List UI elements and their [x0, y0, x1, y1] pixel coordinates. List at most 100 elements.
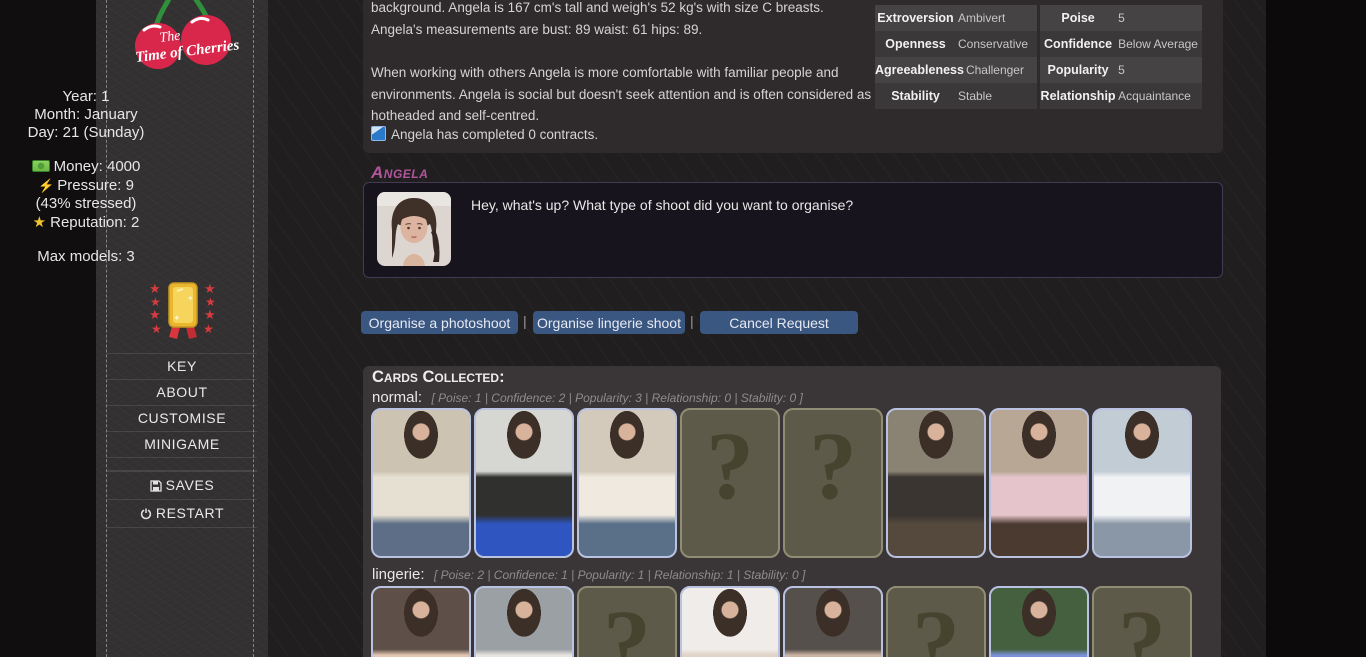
personality-table: ExtroversionAmbivertOpennessConservative… [875, 5, 1037, 109]
stressed-row: (43% stressed) [0, 195, 172, 214]
stat-row: StabilityStable [875, 83, 1037, 109]
pressure-value: Pressure: 9 [57, 177, 134, 194]
stat-row: RelationshipAcquaintance [1040, 83, 1202, 109]
row-name: normal: [372, 389, 422, 406]
svg-text:★: ★ [203, 322, 214, 336]
max-models: Max models: 3 [0, 248, 172, 265]
stat-row: Popularity5 [1040, 57, 1202, 83]
mystery-question-mark: ? [603, 596, 651, 657]
chat-message: Hey, what's up? What type of shoot did y… [471, 197, 853, 213]
stat-label: Confidence [1040, 37, 1116, 51]
stat-row: ExtroversionAmbivert [875, 5, 1037, 31]
mystery-question-mark: ? [706, 418, 754, 514]
row-stats: [ Poise: 1 | Confidence: 2 | Popularity:… [431, 391, 802, 405]
svg-text:The: The [159, 29, 182, 46]
svg-text:✦: ✦ [173, 313, 181, 323]
stat-value: Stable [956, 89, 1037, 103]
row-name: lingerie: [372, 566, 425, 583]
cancel-request-button[interactable]: Cancel Request [700, 311, 858, 334]
sidebar-item-customise[interactable]: CUSTOMISE [107, 405, 257, 431]
card-mystery[interactable]: ? [1092, 586, 1192, 657]
lingerie-row-label: lingerie: [ Poise: 2 | Confidence: 1 | P… [372, 566, 805, 584]
sidebar-item-saves[interactable]: SAVES [107, 471, 257, 499]
card-photo[interactable] [371, 408, 471, 558]
mystery-question-mark: ? [809, 418, 857, 514]
sidebar-item-key[interactable]: KEY [107, 353, 257, 379]
reputation-value: Reputation: 2 [50, 214, 139, 231]
stat-label: Agreeableness [875, 63, 964, 77]
card-photo[interactable] [989, 408, 1089, 558]
chat-speaker-name: Angela [371, 163, 428, 183]
stat-label: Stability [875, 89, 956, 103]
right-margin [1266, 0, 1366, 657]
row-stats: [ Poise: 2 | Confidence: 1 | Popularity:… [434, 568, 805, 582]
stat-label: Extroversion [875, 11, 956, 25]
stat-row: AgreeablenessChallenger [875, 57, 1037, 83]
card-photo[interactable] [474, 408, 574, 558]
stat-label: Popularity [1040, 63, 1116, 77]
stat-value: 5 [1116, 63, 1202, 77]
mystery-question-mark: ? [1118, 596, 1166, 657]
normal-cards-strip: ?? [371, 408, 1192, 558]
contract-icon [371, 126, 386, 141]
stat-value: Conservative [956, 37, 1037, 51]
stat-row: OpennessConservative [875, 31, 1037, 57]
cards-collected-panel: Cards Collected: normal: [ Poise: 1 | Co… [363, 366, 1221, 657]
date-year: Year: 1 [0, 88, 172, 106]
button-separator: | [523, 313, 527, 329]
svg-text:★: ★ [204, 281, 216, 296]
sidebar-item-restart[interactable]: RESTART [107, 499, 257, 527]
card-photo[interactable] [886, 408, 986, 558]
stat-value: Challenger [964, 63, 1037, 77]
svg-text:★: ★ [151, 322, 162, 336]
svg-text:✦: ✦ [187, 294, 194, 303]
money-value: Money: 4000 [54, 158, 141, 175]
stat-value: Acquaintance [1116, 89, 1202, 103]
card-mystery[interactable]: ? [783, 408, 883, 558]
card-photo[interactable] [1092, 408, 1192, 558]
restart-label: RESTART [156, 505, 224, 521]
organise-lingerie-shoot-button[interactable]: Organise lingerie shoot [533, 311, 685, 334]
skills-table: Poise5ConfidenceBelow AveragePopularity5… [1040, 5, 1202, 109]
stat-label: Openness [875, 37, 956, 51]
stat-row: Poise5 [1040, 5, 1202, 31]
stat-label: Poise [1040, 11, 1116, 25]
floppy-disk-icon [150, 480, 162, 492]
card-photo[interactable] [474, 586, 574, 657]
gold-medal-icon: ★ ★ ★ ★ ★ ★ ★ ★ ✦ ✦ [147, 279, 219, 341]
card-photo[interactable] [577, 408, 677, 558]
money-row: Money: 4000 [0, 158, 172, 177]
svg-text:★: ★ [149, 281, 161, 296]
sidebar-menu: KEYABOUTCUSTOMISEMINIGAME [107, 353, 257, 458]
card-mystery[interactable]: ? [886, 586, 986, 657]
player-resources: Money: 4000 ⚡Pressure: 9 (43% stressed) … [0, 158, 172, 232]
cherries-logo-icon: The Time of Cherries [118, 0, 248, 80]
avatar [377, 192, 451, 266]
contracts-line: Angela has completed 0 contracts. [371, 126, 598, 142]
star-icon: ★ [33, 214, 46, 231]
chat-box: Hey, what's up? What type of shoot did y… [363, 182, 1223, 278]
stat-value: Below Average [1116, 37, 1202, 51]
date-day: Day: 21 (Sunday) [0, 124, 172, 142]
game-page: The Time of Cherries Year: 1 Month: Janu… [0, 0, 1366, 657]
reputation-row: ★Reputation: 2 [0, 214, 172, 233]
normal-row-label: normal: [ Poise: 1 | Confidence: 2 | Pop… [372, 389, 803, 407]
saves-label: SAVES [166, 477, 215, 493]
game-date: Year: 1 Month: January Day: 21 (Sunday) [0, 88, 172, 142]
card-mystery[interactable]: ? [680, 408, 780, 558]
sidebar-item-about[interactable]: ABOUT [107, 379, 257, 405]
organise-photoshoot-button[interactable]: Organise a photoshoot [361, 311, 518, 334]
svg-text:★: ★ [149, 307, 161, 322]
card-photo[interactable] [989, 586, 1089, 657]
card-photo[interactable] [371, 586, 471, 657]
sidebar-item-minigame[interactable]: MINIGAME [107, 431, 257, 457]
date-month: Month: January [0, 106, 172, 124]
card-photo[interactable] [783, 586, 883, 657]
money-icon [32, 160, 50, 172]
card-mystery[interactable]: ? [577, 586, 677, 657]
stat-value: 5 [1116, 11, 1202, 25]
card-photo[interactable] [680, 586, 780, 657]
button-separator: | [690, 313, 694, 329]
pressure-row: ⚡Pressure: 9 [0, 177, 172, 196]
mystery-question-mark: ? [912, 596, 960, 657]
